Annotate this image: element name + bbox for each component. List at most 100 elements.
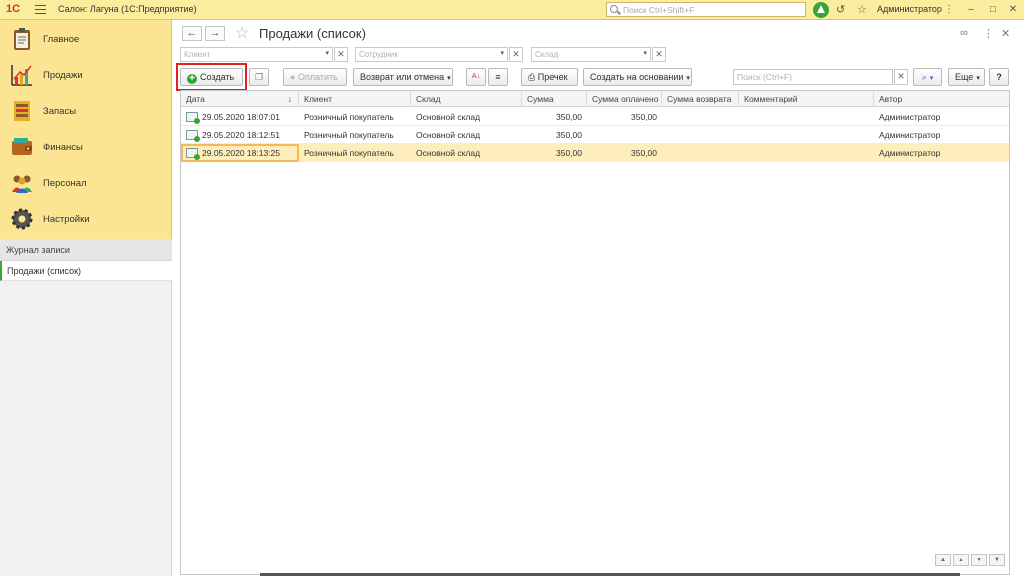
- cell-client: Розничный покупатель: [304, 148, 394, 158]
- form-close-icon[interactable]: ✕: [1001, 27, 1010, 40]
- search-icon: ⌕: [921, 72, 927, 82]
- help-button[interactable]: ?: [989, 68, 1009, 86]
- employee-filter-clear[interactable]: ✕: [509, 47, 523, 62]
- column-header-client[interactable]: Клиент: [299, 91, 411, 107]
- page-title: Продажи (список): [259, 26, 366, 41]
- chevron-down-icon[interactable]: ▾: [643, 49, 647, 57]
- column-header-comment[interactable]: Комментарий: [739, 91, 874, 107]
- sidebar-item-personnel[interactable]: Персонал: [0, 166, 172, 202]
- notifications-icon[interactable]: [813, 2, 829, 18]
- print-receipt-button[interactable]: ⎙ Пречек: [521, 68, 578, 86]
- list-search-input[interactable]: Поиск (Ctrl+F): [733, 69, 893, 85]
- history-icon[interactable]: ↺: [836, 3, 845, 17]
- sidebar-item-label: Персонал: [43, 178, 87, 189]
- return-cancel-label: Возврат или отмена: [360, 72, 445, 82]
- sidebar-item-label: Финансы: [43, 142, 83, 153]
- table-row[interactable]: 29.05.2020 18:07:01 Розничный покупатель…: [181, 108, 1009, 126]
- sidebar-item-finance[interactable]: Финансы: [0, 130, 172, 166]
- maximize-button[interactable]: □: [985, 2, 1001, 17]
- sidebar-item-main[interactable]: Главное: [0, 22, 172, 58]
- cell-author: Администратор: [879, 148, 941, 158]
- column-header-warehouse[interactable]: Склад: [411, 91, 522, 107]
- column-header-sum[interactable]: Сумма: [522, 91, 587, 107]
- scroll-top-button[interactable]: ▲: [935, 554, 951, 566]
- open-windows-panel: Журнал записи Продажи (список): [0, 239, 172, 576]
- table-scroll-buttons: ▲ ▴ ▾ ▼: [933, 553, 1005, 566]
- table-row-selected[interactable]: 29.05.2020 18:13:25 Розничный покупатель…: [181, 144, 1009, 162]
- chevron-down-icon: ▾: [929, 75, 934, 82]
- column-header-paid[interactable]: Сумма оплачено: [587, 91, 662, 107]
- form-area: ← → ☆ Продажи (список) ∞ ⋮ ✕ Клиент ▾ ✕ …: [173, 20, 1024, 576]
- create-button[interactable]: + Создать: [180, 68, 243, 86]
- column-header-author[interactable]: Автор: [874, 91, 1009, 107]
- favorites-star-icon[interactable]: ☆: [857, 3, 867, 17]
- global-search-placeholder: Поиск Ctrl+Shift+F: [623, 5, 695, 15]
- sort-button[interactable]: A↓: [466, 68, 486, 86]
- cell-warehouse: Основной склад: [416, 148, 481, 158]
- sidebar-item-label: Настройки: [43, 214, 90, 225]
- scroll-bottom-button[interactable]: ▼: [989, 554, 1005, 566]
- menu-icon[interactable]: [35, 5, 46, 14]
- cell-returned: [662, 144, 739, 162]
- more-vertical-icon[interactable]: ⋮: [941, 2, 957, 17]
- back-button[interactable]: ←: [182, 26, 202, 41]
- create-label: Создать: [200, 72, 235, 82]
- warehouse-filter-clear[interactable]: ✕: [652, 47, 666, 62]
- cell-date: 29.05.2020 18:13:25: [181, 144, 299, 162]
- chevron-down-icon[interactable]: ▾: [325, 49, 329, 57]
- journal-header[interactable]: Журнал записи: [0, 239, 172, 261]
- link-icon[interactable]: ∞: [960, 27, 968, 39]
- return-cancel-button[interactable]: Возврат или отмена ▾: [353, 68, 453, 86]
- create-based-on-label: Создать на основании: [590, 72, 684, 82]
- cell-sum: 350,00: [556, 148, 582, 158]
- cell-sum: 350,00: [556, 130, 582, 140]
- employee-filter[interactable]: Сотрудник ▾: [355, 47, 508, 62]
- minimize-button[interactable]: –: [963, 2, 979, 17]
- warehouse-filter[interactable]: Склад ▾: [531, 47, 651, 62]
- clipboard-icon: [14, 28, 30, 50]
- sidebar-item-label: Главное: [43, 34, 80, 45]
- column-header-date[interactable]: Дата ↓: [181, 91, 299, 107]
- chevron-down-icon: ▾: [976, 75, 980, 82]
- list-search-clear[interactable]: ✕: [894, 69, 908, 85]
- sort-az-icon: A↓: [471, 73, 481, 80]
- client-filter-clear[interactable]: ✕: [334, 47, 348, 62]
- more-button[interactable]: Еще ▾: [948, 68, 985, 86]
- cell-comment: [739, 144, 874, 162]
- create-based-on-button[interactable]: Создать на основании ▾: [583, 68, 692, 86]
- cell-returned: [662, 126, 739, 144]
- global-search-input[interactable]: Поиск Ctrl+Shift+F: [606, 2, 806, 17]
- scroll-down-button[interactable]: ▾: [971, 554, 987, 566]
- list-settings-button[interactable]: ≡: [488, 68, 508, 86]
- sidebar-item-inventory[interactable]: Запасы: [0, 94, 172, 130]
- sections-panel: Главное Продажи Запасы Финансы Персонал …: [0, 20, 172, 239]
- column-header-returned[interactable]: Сумма возврата: [662, 91, 739, 107]
- open-window-label: Продажи (список): [7, 266, 82, 276]
- cell-date: 29.05.2020 18:12:51: [202, 130, 280, 140]
- journal-header-label: Журнал записи: [6, 245, 70, 255]
- client-filter[interactable]: Клиент ▾: [180, 47, 333, 62]
- chevron-down-icon[interactable]: ▾: [500, 49, 504, 57]
- sidebar-item-settings[interactable]: Настройки: [0, 202, 172, 238]
- scroll-up-button[interactable]: ▴: [953, 554, 969, 566]
- table-row[interactable]: 29.05.2020 18:12:51 Розничный покупатель…: [181, 126, 1009, 144]
- chevron-down-icon: ▾: [447, 75, 451, 82]
- open-window-item[interactable]: Продажи (список): [0, 261, 172, 281]
- pay-button[interactable]: ● Оплатить: [283, 68, 347, 86]
- close-button[interactable]: ✕: [1005, 2, 1021, 17]
- sidebar-item-label: Продажи: [43, 70, 83, 81]
- copy-button[interactable]: ❐: [249, 68, 269, 86]
- favorite-star-icon[interactable]: ☆: [235, 23, 249, 43]
- search-button[interactable]: ⌕ ▾: [913, 68, 942, 86]
- cell-paid: 350,00: [631, 148, 657, 158]
- cell-paid: 350,00: [631, 112, 657, 122]
- forward-button[interactable]: →: [205, 26, 225, 41]
- more-label: Еще: [955, 72, 974, 82]
- sort-desc-icon: ↓: [287, 94, 292, 104]
- user-name[interactable]: Администратор: [877, 4, 942, 14]
- sidebar-item-sales[interactable]: Продажи: [0, 58, 172, 94]
- sales-table[interactable]: Дата ↓ Клиент Склад Сумма Сумма оплачено …: [180, 90, 1010, 575]
- form-more-icon[interactable]: ⋮: [983, 27, 994, 40]
- pay-label: Оплатить: [297, 72, 338, 82]
- list-icon: ≡: [495, 72, 501, 82]
